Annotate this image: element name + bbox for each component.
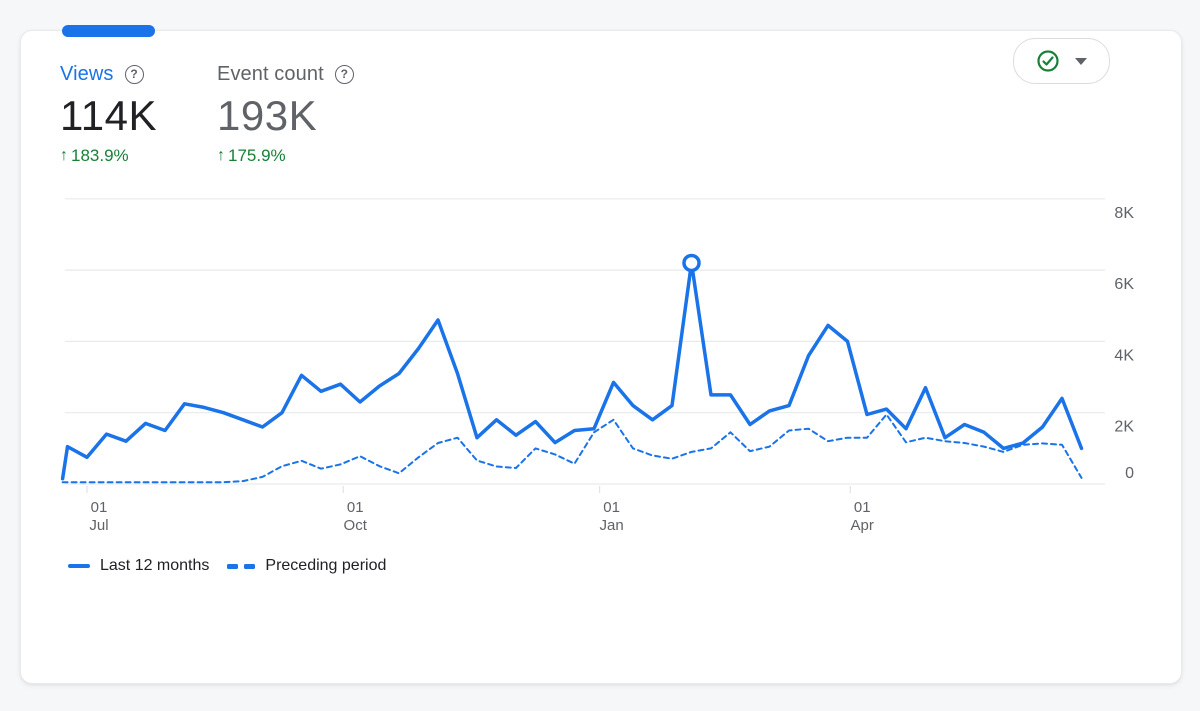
series-line-dashed[interactable] bbox=[63, 415, 1082, 483]
series-line-solid[interactable] bbox=[63, 263, 1082, 479]
x-axis-label-month: Jan bbox=[600, 517, 624, 534]
legend-last-12-months: Last 12 months bbox=[68, 557, 209, 575]
y-axis-label: 6K bbox=[1114, 276, 1134, 293]
legend-last-12-months-label: Last 12 months bbox=[100, 557, 209, 575]
highlight-point[interactable] bbox=[684, 255, 699, 270]
y-axis-label: 2K bbox=[1114, 419, 1134, 436]
y-axis-label: 8K bbox=[1114, 205, 1134, 222]
x-axis-label-month: Jul bbox=[89, 517, 108, 534]
views-line-chart[interactable]: 02K4K6K8K01Jul01Oct01Jan01Apr bbox=[0, 0, 1200, 711]
x-axis-label-day: 01 bbox=[854, 499, 871, 516]
y-axis-label: 4K bbox=[1114, 347, 1134, 364]
solid-line-swatch-icon bbox=[68, 564, 90, 568]
chart-legend: Last 12 months Preceding period bbox=[68, 557, 386, 575]
x-axis-label-month: Oct bbox=[344, 517, 368, 534]
x-axis-label-month: Apr bbox=[851, 517, 874, 534]
legend-preceding-period: Preceding period bbox=[227, 557, 386, 575]
x-axis-label-day: 01 bbox=[347, 499, 364, 516]
active-tab-indicator bbox=[62, 25, 155, 37]
x-axis-label-day: 01 bbox=[603, 499, 620, 516]
y-axis-label: 0 bbox=[1125, 465, 1134, 482]
legend-preceding-period-label: Preceding period bbox=[265, 557, 386, 575]
x-axis-label-day: 01 bbox=[91, 499, 108, 516]
dashed-line-swatch-icon bbox=[227, 564, 255, 569]
